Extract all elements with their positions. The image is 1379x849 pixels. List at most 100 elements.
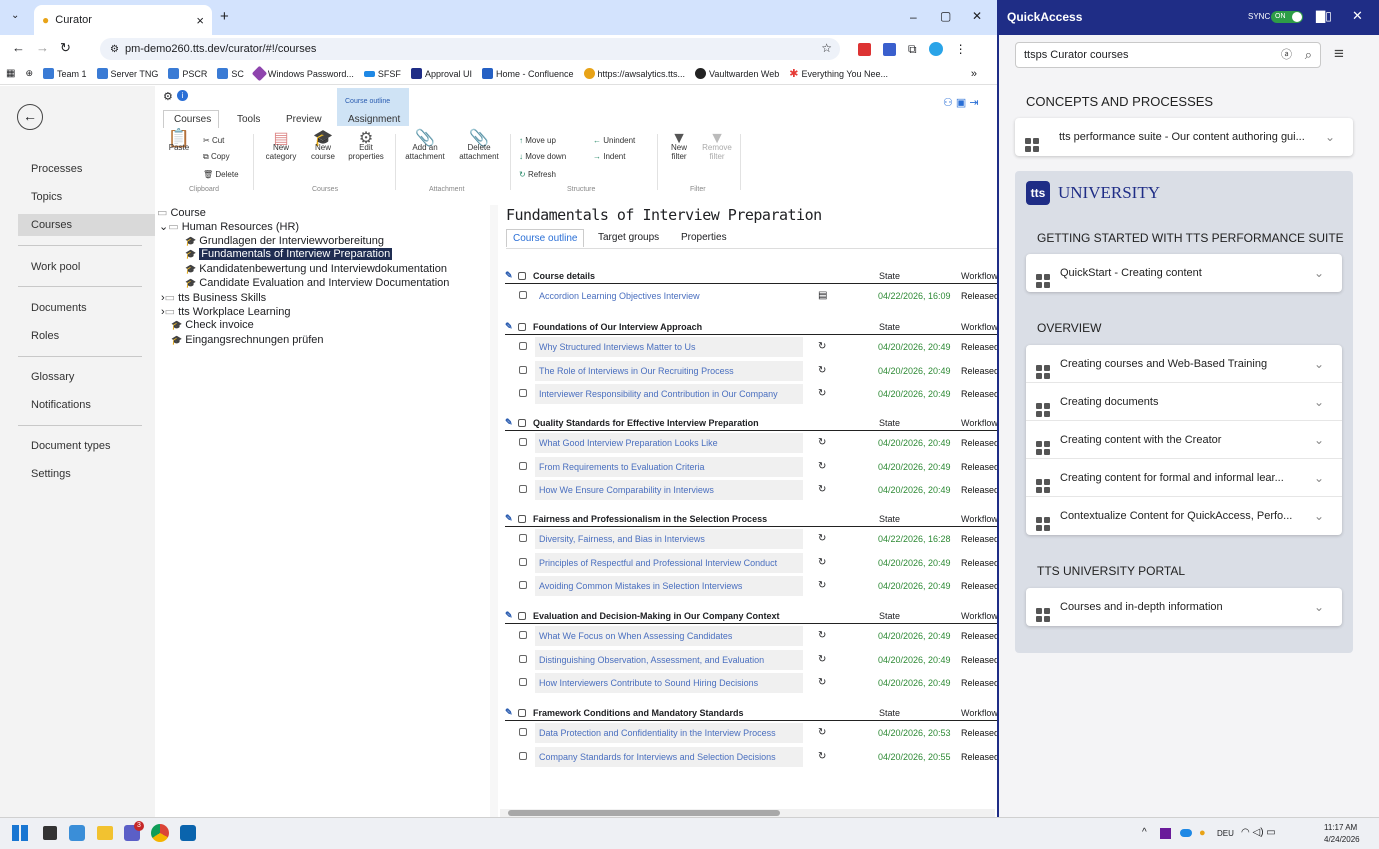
row-checkbox[interactable] bbox=[519, 751, 527, 760]
chevron-down-icon[interactable]: ⌄ bbox=[1314, 254, 1324, 292]
row-checkbox[interactable] bbox=[519, 654, 527, 663]
row-checkbox[interactable] bbox=[519, 728, 527, 736]
chevron-down-icon[interactable]: ⌄ bbox=[1314, 383, 1324, 421]
overview-item[interactable]: Creating documents ⌄ bbox=[1026, 383, 1342, 421]
tree-node[interactable]: 🎓 Grundlagen der Interviewvorbereitung bbox=[185, 235, 384, 247]
edit-pencil-icon[interactable]: ✎ bbox=[505, 513, 513, 524]
delete-attachment-button[interactable]: 📎 Delete attachment bbox=[455, 131, 503, 162]
cut-button[interactable]: ✂ Cut bbox=[203, 136, 224, 145]
content-link[interactable]: The Role of Interviews in Our Recruiting… bbox=[535, 360, 803, 381]
outline-row[interactable]: From Requirements to Evaluation Criteria… bbox=[498, 456, 997, 477]
task-view-icon[interactable] bbox=[43, 826, 57, 840]
nav-topics[interactable]: Topics bbox=[0, 186, 155, 208]
section-checkbox[interactable] bbox=[518, 323, 526, 331]
content-link[interactable]: Data Protection and Confidentiality in t… bbox=[535, 723, 803, 743]
bookmark-item[interactable]: ✱ Everything You Nee... bbox=[789, 67, 888, 80]
overview-item[interactable]: Creating content with the Creator ⌄ bbox=[1026, 421, 1342, 459]
outline-row[interactable]: How Interviewers Contribute to Sound Hir… bbox=[498, 673, 997, 693]
content-link[interactable]: Avoiding Common Mistakes in Selection In… bbox=[535, 576, 803, 596]
chrome-icon[interactable] bbox=[151, 824, 169, 842]
outline-row[interactable]: Interviewer Responsibility and Contribut… bbox=[498, 384, 997, 404]
translate-icon[interactable]: ⓐ bbox=[1281, 43, 1292, 67]
extension-red-icon[interactable] bbox=[858, 42, 871, 56]
row-checkbox[interactable] bbox=[519, 485, 527, 493]
concepts-item[interactable]: tts performance suite - Our content auth… bbox=[1015, 118, 1353, 156]
outline-row[interactable]: Accordion Learning Objectives Interview ▤… bbox=[498, 286, 997, 306]
horizontal-scrollbar[interactable] bbox=[500, 809, 995, 817]
remove-filter-button[interactable]: ▼ Remove filter bbox=[701, 131, 733, 162]
new-course-button[interactable]: 🎓 New course bbox=[305, 131, 341, 162]
site-info-icon[interactable]: ⚙ bbox=[110, 44, 119, 55]
tray-app-icon[interactable] bbox=[1160, 828, 1171, 839]
nav-roles[interactable]: Roles bbox=[0, 325, 155, 347]
app-icon[interactable] bbox=[69, 825, 85, 841]
new-category-button[interactable]: ▤ New category bbox=[261, 131, 301, 162]
profile-icon[interactable] bbox=[928, 42, 943, 56]
clock-time[interactable]: 11:17 AM bbox=[1324, 823, 1357, 832]
row-checkbox[interactable] bbox=[519, 534, 527, 542]
more-bookmarks-button[interactable]: » bbox=[971, 68, 977, 80]
content-link[interactable]: Distinguishing Observation, Assessment, … bbox=[535, 649, 803, 670]
content-link[interactable]: What We Focus on When Assessing Candidat… bbox=[535, 626, 803, 646]
scrollbar-thumb[interactable] bbox=[508, 810, 780, 816]
extensions-puzzle-icon[interactable]: ⧉ bbox=[908, 42, 917, 57]
tab-close-icon[interactable]: × bbox=[196, 13, 204, 28]
row-checkbox[interactable] bbox=[519, 581, 527, 589]
browser-menu-icon[interactable]: ⋮ bbox=[955, 42, 967, 56]
outline-row[interactable]: Principles of Respectful and Professiona… bbox=[498, 552, 997, 573]
tab-tools[interactable]: Tools bbox=[237, 114, 260, 125]
edit-pencil-icon[interactable]: ✎ bbox=[505, 270, 513, 281]
overview-item[interactable]: Creating courses and Web-Based Training ⌄ bbox=[1026, 345, 1342, 383]
pane-splitter[interactable] bbox=[490, 205, 498, 817]
chevron-down-icon[interactable]: ⌄ bbox=[1314, 421, 1324, 459]
tray-chevron-up-icon[interactable]: ^ bbox=[1142, 827, 1147, 838]
user-toolbar-icons[interactable]: ⚇ ▣ ⇥ bbox=[943, 96, 979, 109]
outline-row[interactable]: What Good Interview Preparation Looks Li… bbox=[498, 433, 997, 453]
overview-item[interactable]: Contextualize Content for QuickAccess, P… bbox=[1026, 497, 1342, 535]
chevron-down-icon[interactable]: ⌄ bbox=[1314, 345, 1324, 383]
outline-row[interactable]: Distinguishing Observation, Assessment, … bbox=[498, 649, 997, 670]
outline-row[interactable]: What We Focus on When Assessing Candidat… bbox=[498, 626, 997, 646]
add-attachment-button[interactable]: 📎 Add an attachment bbox=[403, 131, 447, 162]
browser-tab-curator[interactable]: ● Curator × bbox=[34, 5, 212, 35]
outline-row[interactable]: Data Protection and Confidentiality in t… bbox=[498, 723, 997, 743]
overview-item[interactable]: Creating content for formal and informal… bbox=[1026, 459, 1342, 497]
chevron-down-icon[interactable]: ⌄ bbox=[1314, 588, 1324, 626]
outline-row[interactable]: Company Standards for Interviews and Sel… bbox=[498, 746, 997, 767]
nav-settings[interactable]: Settings bbox=[0, 463, 155, 485]
tab-assignment[interactable]: Assignment bbox=[348, 114, 400, 125]
clock-date[interactable]: 4/24/2026 bbox=[1324, 835, 1360, 844]
nav-work-pool[interactable]: Work pool bbox=[0, 256, 155, 278]
row-checkbox[interactable] bbox=[519, 291, 527, 299]
content-link[interactable]: From Requirements to Evaluation Criteria bbox=[535, 456, 803, 477]
content-link[interactable]: Diversity, Fairness, and Bias in Intervi… bbox=[535, 529, 803, 549]
tab-list-chevron-icon[interactable]: ⌄ bbox=[11, 10, 19, 21]
bookmark-item[interactable]: Team 1 bbox=[43, 68, 87, 79]
bookmark-item[interactable]: SC bbox=[217, 68, 244, 79]
section-checkbox[interactable] bbox=[518, 272, 526, 280]
nav-glossary[interactable]: Glossary bbox=[0, 366, 155, 388]
windows-start-icon[interactable] bbox=[12, 825, 28, 841]
unindent-button[interactable]: ← Unindent bbox=[593, 136, 635, 145]
bookmark-star-icon[interactable]: ☆ bbox=[821, 41, 832, 55]
hamburger-menu-icon[interactable]: ≡ bbox=[1334, 44, 1344, 64]
content-link[interactable]: Accordion Learning Objectives Interview bbox=[535, 286, 803, 306]
bookmark-item[interactable]: SFSF bbox=[363, 69, 401, 79]
bookmark-item[interactable]: Vaultwarden Web bbox=[695, 68, 779, 79]
reload-icon[interactable]: ↻ bbox=[60, 40, 71, 56]
row-checkbox[interactable] bbox=[519, 365, 527, 374]
indent-button[interactable]: → Indent bbox=[593, 152, 625, 161]
extension-blue-icon[interactable] bbox=[883, 42, 896, 56]
content-link[interactable]: How Interviewers Contribute to Sound Hir… bbox=[535, 673, 803, 693]
maximize-button[interactable]: ▢ bbox=[940, 9, 951, 23]
info-icon[interactable]: i bbox=[177, 90, 188, 101]
outline-row[interactable]: Why Structured Interviews Matter to Us ↻ 0… bbox=[498, 337, 997, 357]
content-link[interactable]: Why Structured Interviews Matter to Us bbox=[535, 337, 803, 357]
move-down-button[interactable]: ↓ Move down bbox=[519, 152, 566, 161]
tree-node[interactable]: ›▭ tts Business Skills bbox=[161, 291, 266, 304]
nav-notifications[interactable]: Notifications bbox=[0, 394, 155, 416]
portal-item[interactable]: Courses and in-depth information ⌄ bbox=[1026, 588, 1342, 626]
delete-button[interactable]: 🗑 Delete bbox=[203, 170, 239, 179]
edit-properties-button[interactable]: ⚙ Edit properties bbox=[345, 131, 387, 162]
section-checkbox[interactable] bbox=[518, 515, 526, 523]
